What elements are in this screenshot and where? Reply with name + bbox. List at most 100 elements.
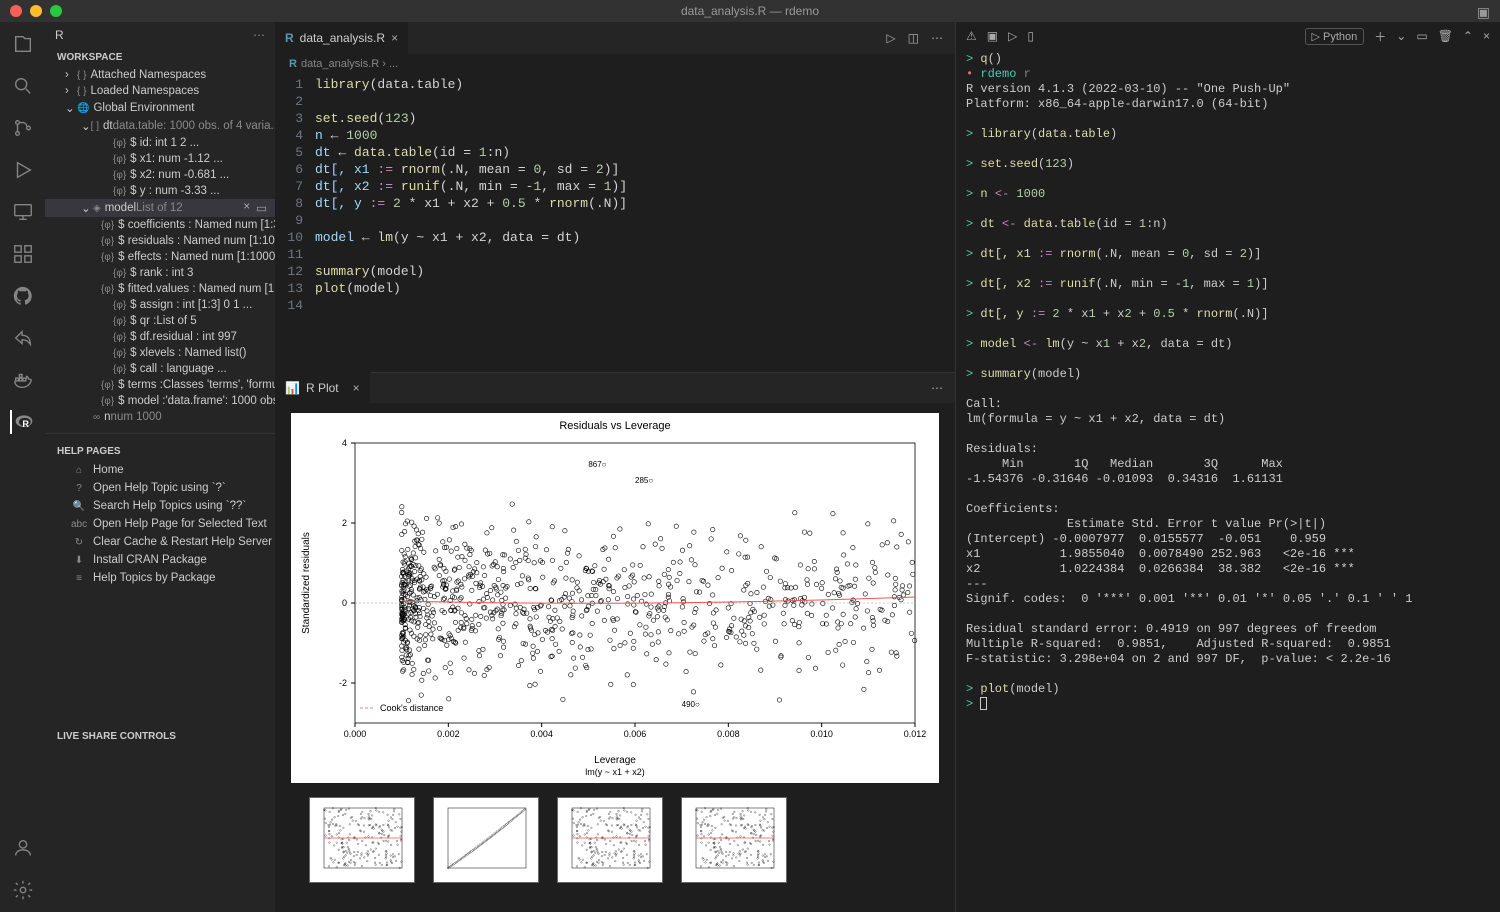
terminal-kernel-pill[interactable]: ▷ Python xyxy=(1305,28,1365,45)
minimize-window-button[interactable] xyxy=(30,5,42,17)
help-pages-list: ⌂Home?Open Help Topic using `?`🔍Search H… xyxy=(45,461,275,587)
terminal-dropdown-icon[interactable]: ⌄ xyxy=(1396,29,1406,43)
workspace-tree-item[interactable]: {φ}$ df.residual : int 997 xyxy=(45,329,275,345)
search-icon[interactable] xyxy=(11,74,35,98)
workspace-section[interactable]: WORKSPACE xyxy=(45,48,275,67)
svg-text:0.008: 0.008 xyxy=(717,729,740,739)
editor-tab-actions: ▷ ◫ ⋯ xyxy=(886,31,955,45)
maximize-window-button[interactable] xyxy=(50,5,62,17)
help-item[interactable]: abcOpen Help Page for Selected Text xyxy=(45,515,275,533)
workspace-tree-item[interactable]: {φ}$ coefficients : Named num [1:3]... xyxy=(45,217,275,233)
r-file-icon: R xyxy=(289,58,297,70)
workspace-tree-item[interactable]: {φ}$ xlevels : Named list() xyxy=(45,345,275,361)
workspace-tree-item[interactable]: 🌐Global Environment xyxy=(45,99,275,117)
svg-text:0.006: 0.006 xyxy=(624,729,647,739)
workspace-tree-item[interactable]: {φ}$ residuals : Named num [1:1000... xyxy=(45,233,275,249)
workspace-tree-item[interactable]: { }Loaded Namespaces xyxy=(45,83,275,99)
sidebar-more-icon[interactable]: ⋯ xyxy=(253,28,265,42)
workspace-tree-item[interactable]: {φ}$ terms :Classes 'terms', 'formul... xyxy=(45,377,275,393)
tab-close-icon[interactable]: × xyxy=(391,31,398,45)
svg-text:Standardized residuals: Standardized residuals xyxy=(301,532,312,634)
workspace-tree-item[interactable]: {φ}$ call : language ... xyxy=(45,361,275,377)
svg-text:867○: 867○ xyxy=(588,460,606,469)
workspace-tree-item[interactable]: {φ}$ id: int 1 2 ... xyxy=(45,135,275,151)
terminal-icon[interactable]: ▯ xyxy=(1027,29,1034,43)
svg-text:490○: 490○ xyxy=(682,700,700,709)
svg-text:R: R xyxy=(22,419,29,429)
terminal-kill-icon[interactable]: 🗑 xyxy=(1438,29,1453,43)
workspace-tree-item[interactable]: {φ}$ rank : int 3 xyxy=(45,265,275,281)
explorer-icon[interactable] xyxy=(11,32,35,56)
problems-icon[interactable]: ⚠ xyxy=(966,29,977,43)
editor-tab[interactable]: R data_analysis.R × xyxy=(275,22,409,54)
plot-thumb-3[interactable] xyxy=(557,797,663,883)
run-debug-icon[interactable] xyxy=(11,158,35,182)
source-control-icon[interactable] xyxy=(11,116,35,140)
plot-thumb-2[interactable] xyxy=(433,797,539,883)
plot-tab[interactable]: 📊 R Plot × xyxy=(275,372,371,404)
plot-thumb-4[interactable] xyxy=(681,797,787,883)
workspace-tree-item[interactable]: [ ]dt data.table: 1000 obs. of 4 varia..… xyxy=(45,117,275,135)
editor-tabbar: R data_analysis.R × ▷ ◫ ⋯ xyxy=(275,22,955,54)
terminal-split-icon[interactable]: ▭ xyxy=(1416,29,1427,43)
github-icon[interactable] xyxy=(11,284,35,308)
split-editor-icon[interactable]: ◫ xyxy=(908,31,919,45)
remote-explorer-icon[interactable] xyxy=(11,200,35,224)
plot-tabbar: 📊 R Plot × ⋯ xyxy=(275,373,955,403)
new-terminal-icon[interactable]: ＋ xyxy=(1374,28,1386,45)
close-window-button[interactable] xyxy=(10,5,22,17)
open-icon[interactable]: ▭ xyxy=(256,201,267,215)
workspace-tree-item[interactable]: {φ}$ effects : Named num [1:1000] -... xyxy=(45,249,275,265)
workspace-tree-item[interactable]: {φ}$ x1: num -1.12 ... xyxy=(45,151,275,167)
help-item[interactable]: ?Open Help Topic using `?` xyxy=(45,479,275,497)
help-item[interactable]: ↻Clear Cache & Restart Help Server xyxy=(45,533,275,551)
workspace-tree-item[interactable]: {φ}$ assign : int [1:3] 0 1 ... xyxy=(45,297,275,313)
settings-gear-icon[interactable] xyxy=(11,878,35,902)
breadcrumb[interactable]: R data_analysis.R › ... xyxy=(275,54,955,74)
live-share-section[interactable]: LIVE SHARE CONTROLS xyxy=(45,727,275,746)
svg-text:0: 0 xyxy=(342,598,347,608)
svg-text:0.012: 0.012 xyxy=(904,729,927,739)
output-icon[interactable]: ▣ xyxy=(987,29,998,43)
docker-icon[interactable] xyxy=(11,368,35,392)
plot-more-icon[interactable]: ⋯ xyxy=(931,381,943,395)
r-extension-icon[interactable]: R xyxy=(10,410,34,434)
editor-area: R data_analysis.R × ▷ ◫ ⋯ R data_analysi… xyxy=(275,22,955,912)
workspace-tree-item[interactable]: {φ}$ model :'data.frame': 1000 obs. ... xyxy=(45,393,275,409)
debug-console-icon[interactable]: ▷ xyxy=(1008,29,1017,43)
workspace-tree-item[interactable]: ◈model List of 12×▭ xyxy=(45,199,275,217)
activity-bar: R xyxy=(0,22,45,912)
accounts-icon[interactable] xyxy=(11,836,35,860)
workspace-tree-item[interactable]: {φ}$ fitted.values : Named num [1:10... xyxy=(45,281,275,297)
workspace-tree-item[interactable]: ∞n num 1000 xyxy=(45,409,275,425)
terminal-close-icon[interactable]: × xyxy=(1483,29,1490,43)
titlebar: data_analysis.R — rdemo ▣ xyxy=(0,0,1500,22)
plot-panel: 📊 R Plot × ⋯ Residuals vs Leverage-20240… xyxy=(275,372,955,912)
terminal-maximize-icon[interactable]: ⌃ xyxy=(1463,29,1473,43)
editor-more-icon[interactable]: ⋯ xyxy=(931,31,943,45)
window-title: data_analysis.R — rdemo xyxy=(681,4,819,18)
plot-thumb-1[interactable] xyxy=(309,797,415,883)
help-item[interactable]: ⬇Install CRAN Package xyxy=(45,551,275,569)
close-icon[interactable]: × xyxy=(243,201,250,215)
help-item[interactable]: 🔍Search Help Topics using `??` xyxy=(45,497,275,515)
help-item[interactable]: ≡Help Topics by Package xyxy=(45,569,275,587)
plot-thumbnails xyxy=(291,783,939,897)
workspace-tree-item[interactable]: {φ}$ qr :List of 5 xyxy=(45,313,275,329)
terminal-header: ⚠ ▣ ▷ ▯ ▷ Python ＋ ⌄ ▭ 🗑 ⌃ × xyxy=(956,22,1500,50)
terminal-output[interactable]: > q()• rdemo rR version 4.1.3 (2022-03-1… xyxy=(956,50,1500,912)
svg-text:lm(y ~ x1 + x2): lm(y ~ x1 + x2) xyxy=(585,767,645,777)
run-icon[interactable]: ▷ xyxy=(886,31,895,45)
help-pages-section[interactable]: HELP PAGES xyxy=(45,442,275,461)
code-editor[interactable]: 1234567891011121314 library(data.table)s… xyxy=(275,74,955,372)
sidebar-title: R xyxy=(55,28,64,42)
plot-tab-close-icon[interactable]: × xyxy=(353,381,360,395)
layout-toggle-icon[interactable]: ▣ xyxy=(1477,4,1490,21)
help-item[interactable]: ⌂Home xyxy=(45,461,275,479)
workspace-tree-item[interactable]: { }Attached Namespaces xyxy=(45,67,275,83)
workspace-tree-item[interactable]: {φ}$ x2: num -0.681 ... xyxy=(45,167,275,183)
extensions-icon[interactable] xyxy=(11,242,35,266)
share-icon[interactable] xyxy=(11,326,35,350)
workspace-tree-item[interactable]: {φ}$ y : num -3.33 ... xyxy=(45,183,275,199)
sidebar: R ⋯ WORKSPACE { }Attached Namespaces{ }L… xyxy=(45,22,275,912)
